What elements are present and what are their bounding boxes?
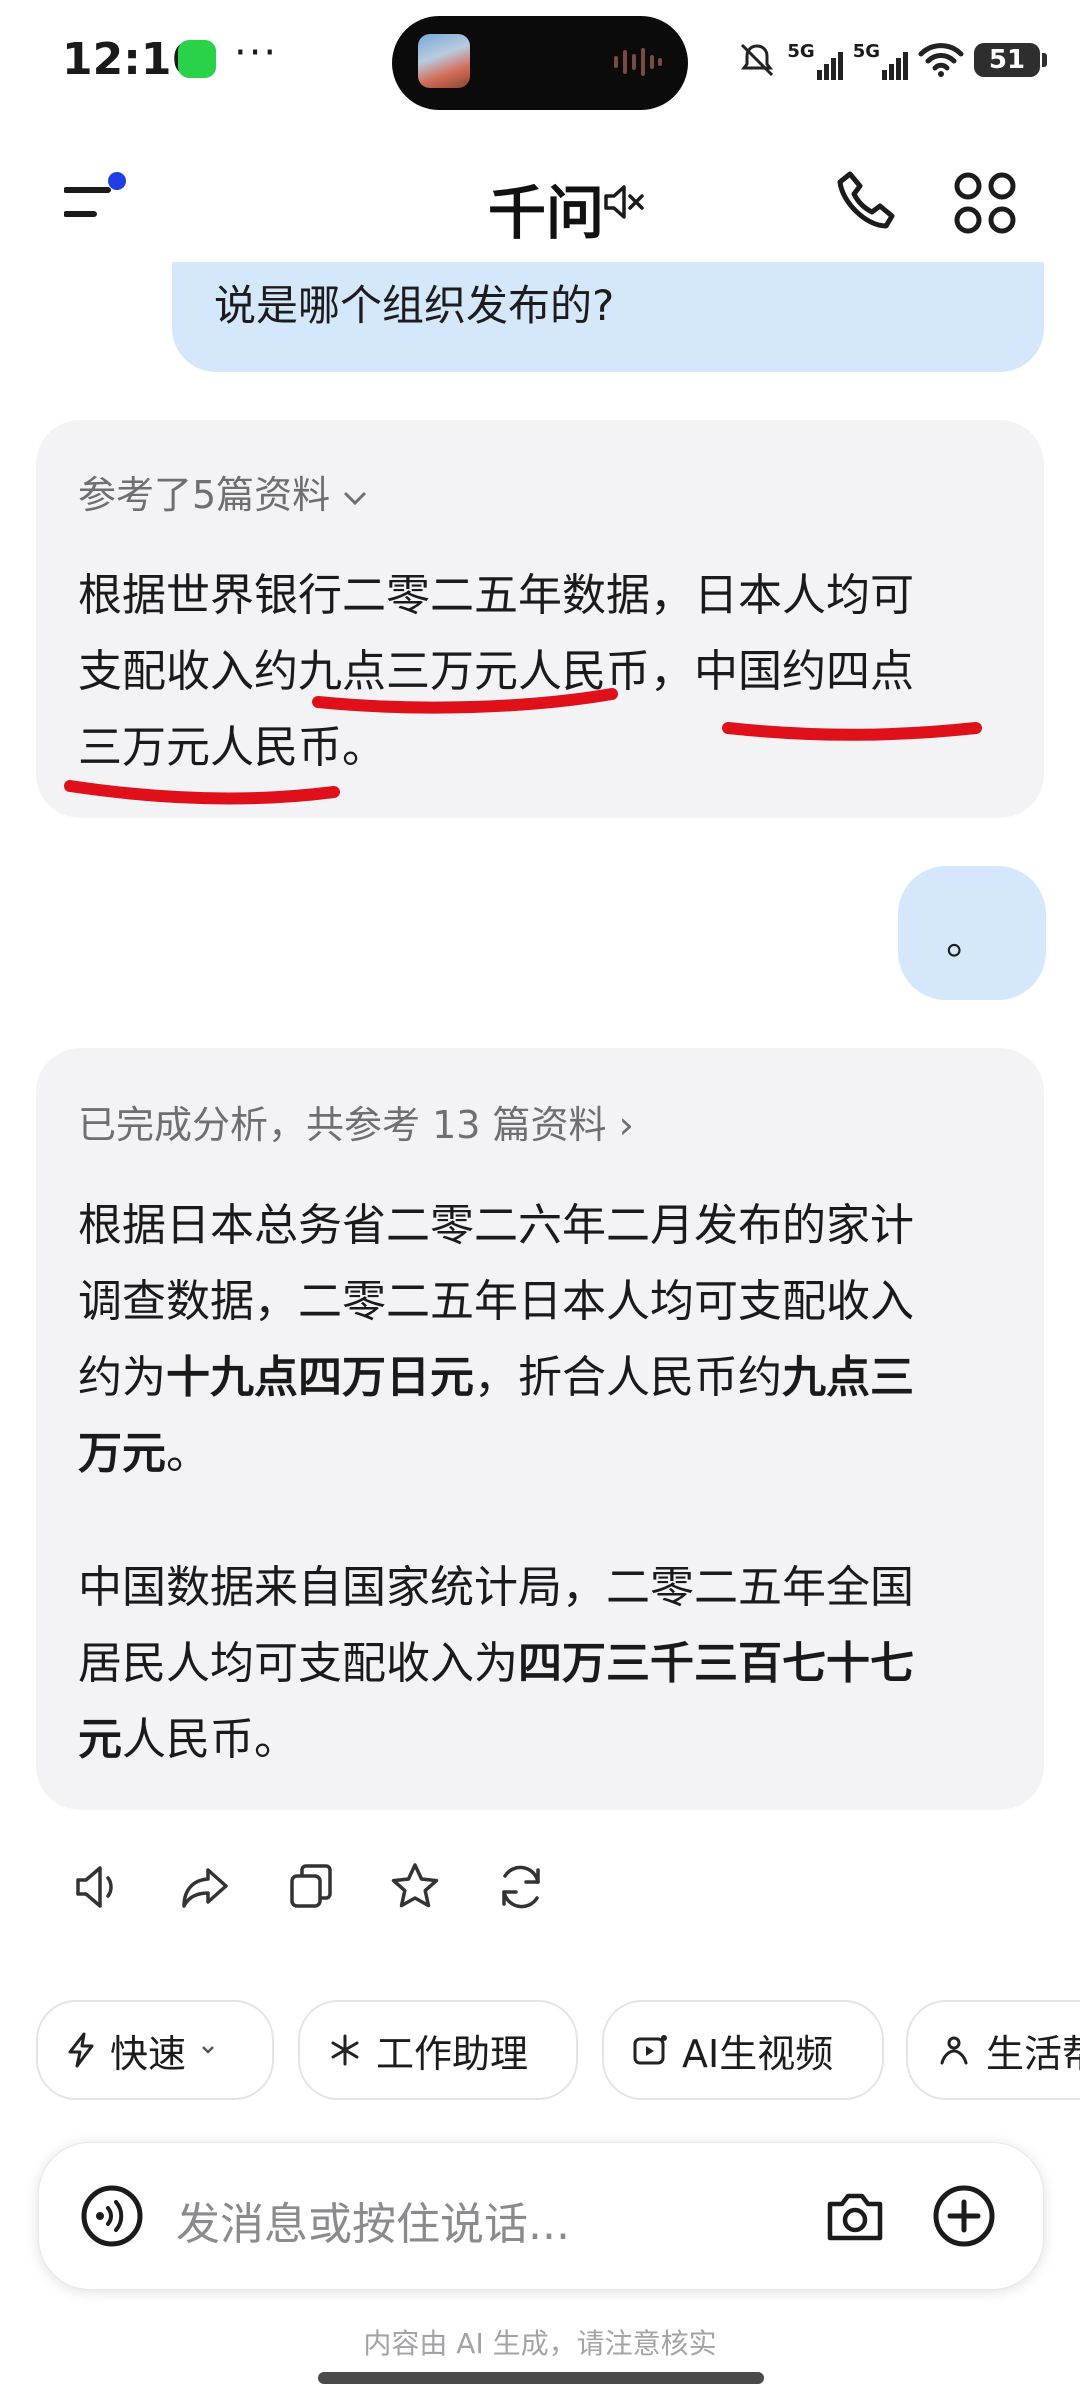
reply-line: 约为十九点四万日元，折合人民币约九点三 <box>78 1340 914 1416</box>
life-icon <box>940 2036 968 2065</box>
text-span: 约为 <box>78 1352 166 1403</box>
reply-line: 元人民币。 <box>78 1702 298 1778</box>
video-icon <box>633 2035 667 2065</box>
reply-line: 根据日本总务省二零二六年二月发布的家计 <box>78 1200 914 1251</box>
chip-ai-video[interactable]: AI生视频 <box>602 2000 884 2100</box>
message-input-placeholder[interactable]: 发消息或按住说话... <box>176 2188 570 2252</box>
text-span: 人民币。 <box>122 1714 298 1765</box>
chip-label: 生活帮 <box>986 2031 1080 2076</box>
share-icon[interactable] <box>178 1860 232 1914</box>
reply-line: 中国数据来自国家统计局，二零二五年全国 <box>78 1562 914 1613</box>
bold-figure: 元 <box>78 1714 122 1765</box>
read-aloud-icon[interactable] <box>72 1860 126 1914</box>
reply-line: 居民人均可支配收入为四万三千三百七十七 <box>78 1626 914 1702</box>
sources-link[interactable]: 已完成分析，共参考 13 篇资料 › <box>78 1094 634 1149</box>
chip-label: 工作助理 <box>376 2031 529 2076</box>
chip-label: 快速 <box>110 2031 187 2076</box>
camera-icon[interactable] <box>824 2188 886 2244</box>
star-icon[interactable] <box>388 1860 442 1914</box>
bold-figure: 十九点四万日元 <box>166 1352 474 1403</box>
text-span: ，折合人民币约 <box>474 1352 782 1403</box>
text-span: 。 <box>166 1428 210 1479</box>
copy-icon[interactable] <box>284 1860 338 1914</box>
home-indicator[interactable] <box>318 2372 764 2384</box>
chip-quick-mode[interactable]: 快速 <box>36 2000 274 2100</box>
text-span: 居民人均可支配收入为 <box>78 1638 518 1689</box>
lightning-icon <box>68 2032 94 2068</box>
bold-figure: 万元 <box>78 1428 166 1479</box>
regenerate-icon[interactable] <box>494 1860 548 1914</box>
chevron-down-icon <box>202 2046 214 2054</box>
bold-figure: 九点三 <box>782 1352 914 1403</box>
red-underline-annotations <box>64 688 982 805</box>
bold-figure: 四万三千三百七十七 <box>518 1638 914 1689</box>
reply-line: 万元。 <box>78 1416 210 1492</box>
chip-label: AI生视频 <box>682 2031 834 2076</box>
add-icon[interactable] <box>932 2184 996 2248</box>
voice-input-icon[interactable] <box>80 2184 144 2248</box>
chip-life-helper[interactable]: 生活帮 <box>906 2000 1080 2100</box>
user-message-text: 。 <box>946 915 989 964</box>
reply-line: 调查数据，二零二五年日本人均可支配收入 <box>78 1276 914 1327</box>
ai-disclaimer: 内容由 AI 生成，请注意核实 <box>363 2327 717 2360</box>
chip-work-assistant[interactable]: 工作助理 <box>298 2000 578 2100</box>
sparkle-icon <box>331 2034 359 2066</box>
